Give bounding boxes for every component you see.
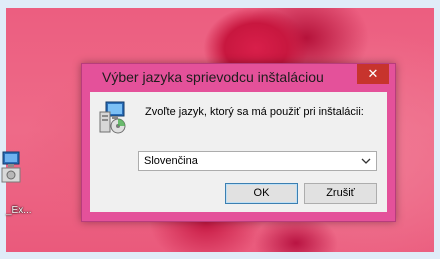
dialog-title: Výber jazyka sprievodcu inštaláciou: [102, 69, 324, 85]
setup-installer-icon: [99, 101, 126, 134]
close-icon: ✕: [367, 66, 379, 82]
cancel-button[interactable]: Zrušiť: [304, 183, 377, 204]
desktop-icon-label[interactable]: _Ex...: [6, 205, 32, 216]
close-button[interactable]: ✕: [357, 64, 389, 84]
language-prompt: Zvoľte jazyk, ktorý sa má použiť pri inš…: [145, 106, 364, 118]
language-dialog: Výber jazyka sprievodcu inštaláciou ✕ Zv…: [81, 63, 396, 222]
language-select[interactable]: Slovenčina: [138, 151, 377, 171]
ok-button[interactable]: OK: [225, 183, 298, 204]
chevron-down-icon: [361, 158, 371, 164]
dialog-title-bar[interactable]: Výber jazyka sprievodcu inštaláciou ✕: [82, 64, 395, 90]
dialog-client-area: Zvoľte jazyk, ktorý sa má použiť pri inš…: [90, 92, 387, 212]
installer-shortcut-icon[interactable]: [0, 150, 24, 186]
selected-language: Slovenčina: [144, 155, 198, 167]
